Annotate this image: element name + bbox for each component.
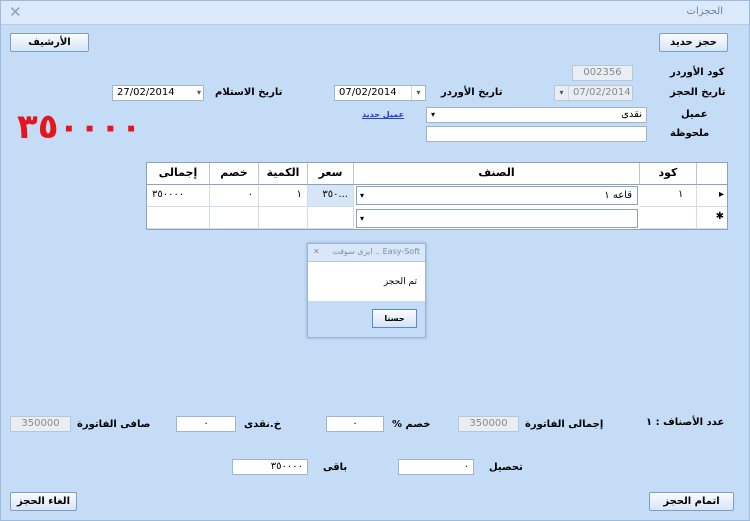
order-date-field[interactable]: ▾ 07/02/2014 [334,85,426,101]
booking-date-label: تاريخ الحجز [670,87,726,98]
cell-item-select[interactable]: قاعه ١ ▾ [356,186,638,205]
discount-pct-label: خصم % [392,419,431,430]
discount-pct-field[interactable]: ٠ [326,416,384,432]
current-row-icon: ▸ [697,185,727,207]
new-cell-code[interactable] [640,207,697,229]
client-select[interactable]: نقدى ▾ [426,107,647,123]
invoice-total-label: إجمالى الفاتورة [525,419,604,430]
notes-label: ملحوظة [670,128,710,139]
column-header-code[interactable]: كود [640,163,697,185]
chevron-down-icon[interactable]: ▾ [431,108,435,122]
client-label: عميل [681,109,708,120]
column-header-discount[interactable]: خصم [210,163,259,185]
order-code-label: كود الأوردر [670,67,725,78]
order-date-label: تاريخ الأوردر [441,87,503,98]
title-bar: الحجزات ✕ [1,1,749,25]
column-header-total[interactable]: إجمالى [147,163,210,185]
close-icon[interactable]: ✕ [313,247,420,256]
calendar-dropdown-icon[interactable]: ▾ [197,86,201,100]
calendar-dropdown-icon[interactable]: ▾ [411,86,425,100]
collect-field[interactable]: ٠ [398,459,474,475]
big-total-display: ٣٥٠٠٠٠ [17,107,142,147]
net-total-label: صافى الفاتورة [77,419,151,430]
new-cell-item-select[interactable]: ▾ [356,209,638,228]
row-selector-header [697,163,727,185]
new-cell-discount[interactable] [210,207,259,229]
confirmation-dialog: ايزى سوفت .. Easy-Soft ✕ تم الحجز حسنا [307,243,426,338]
cell-price[interactable]: ٣٥٠... [308,185,354,207]
column-header-qty[interactable]: الكمية [259,163,308,185]
items-grid: إجمالى خصم الكمية سعر الصنف كود ٣٥٠٠٠٠ ٠… [146,162,728,230]
cell-code[interactable]: ١ [640,185,697,207]
receive-date-field[interactable]: 27/02/2014 ▾ [112,85,204,101]
new-cell-total[interactable] [147,207,210,229]
remaining-label: باقى [323,462,348,473]
new-cell-qty[interactable] [259,207,308,229]
collect-label: تحصيل [489,462,523,473]
chevron-down-icon[interactable]: ▾ [360,210,364,227]
cell-qty[interactable]: ١ [259,185,308,207]
dialog-body: تم الحجز [308,262,425,301]
complete-booking-button[interactable]: اتمام الحجز [649,492,734,511]
dialog-ok-button[interactable]: حسنا [372,309,417,328]
dialog-title-bar: ايزى سوفت .. Easy-Soft ✕ [308,244,425,262]
new-booking-button[interactable]: حجز حديد [659,33,728,52]
cell-discount[interactable]: ٠ [210,185,259,207]
new-client-link[interactable]: عميل جديد [362,110,404,119]
new-row-icon: ✱ [697,207,727,229]
remaining-field[interactable]: ٣٥٠٠٠٠ [232,459,308,475]
new-cell-price[interactable] [308,207,354,229]
dialog-message: تم الحجز [383,277,417,287]
receive-date-label: تاريخ الاستلام [215,87,283,98]
order-code-field: 002356 [572,65,633,81]
window-title: الحجزات [686,6,723,17]
items-count-label: عدد الأصناف : ١ [646,417,725,428]
close-icon[interactable]: ✕ [9,3,22,21]
booking-date-field: ▾ 07/02/2014 [554,85,633,101]
notes-field[interactable] [426,126,647,142]
cancel-booking-button[interactable]: الغاء الحجز [10,492,77,511]
invoice-total-field: 350000 [458,416,519,432]
column-header-price[interactable]: سعر [308,163,354,185]
cash-discount-field[interactable]: ٠ [176,416,236,432]
chevron-down-icon[interactable]: ▾ [360,187,364,204]
cell-total[interactable]: ٣٥٠٠٠٠ [147,185,210,207]
calendar-dropdown-icon: ▾ [555,86,569,100]
cash-discount-label: خ.نقدى [244,419,281,430]
booking-window: الحجزات ✕ حجز حديد الأرشيف كود الأوردر 0… [0,0,750,521]
archive-button[interactable]: الأرشيف [10,33,89,52]
net-total-field: 350000 [10,416,71,432]
column-header-item[interactable]: الصنف [354,163,640,185]
